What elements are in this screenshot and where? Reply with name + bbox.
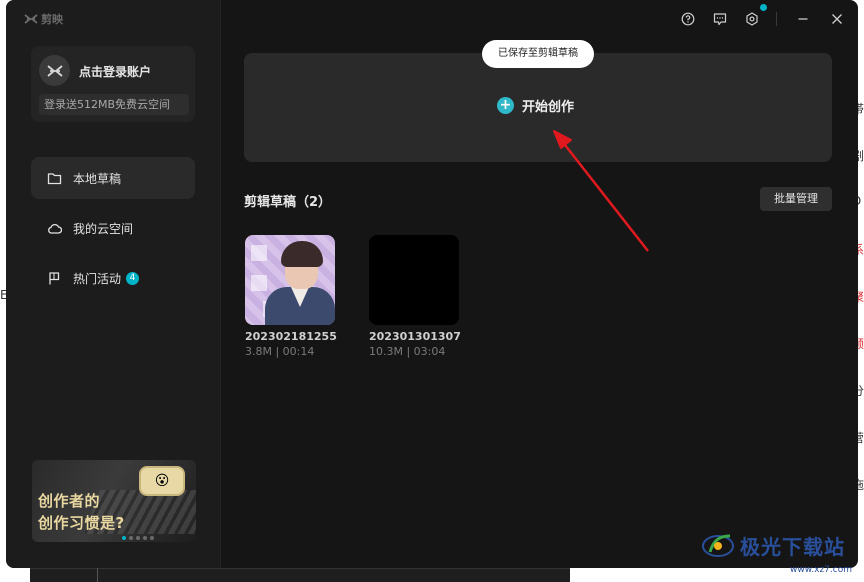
sidebar-item-local-drafts[interactable]: 本地草稿 <box>31 157 195 199</box>
settings-icon <box>746 12 758 26</box>
app-name: 剪映 <box>41 13 63 26</box>
background-divider <box>97 568 98 582</box>
start-creation-label: 开始创作 <box>522 100 575 115</box>
draft-card[interactable]: 202302181255 3.8M | 00:14 <box>245 235 365 358</box>
folder-icon <box>47 172 62 184</box>
watermark: 极光下载站 <box>700 530 845 560</box>
close-icon <box>832 14 842 24</box>
draft-name: 202301301307 <box>369 330 461 343</box>
saved-toast: 已保存至剪辑草稿 <box>482 40 594 68</box>
feedback-button[interactable] <box>711 10 729 28</box>
draft-name: 202302181255 <box>245 330 337 343</box>
draft-thumbnail[interactable] <box>369 235 459 325</box>
settings-button[interactable] <box>743 10 761 28</box>
draft-card[interactable]: 202301301307 10.3M | 03:04 <box>369 235 489 358</box>
toolbar-divider <box>776 12 777 26</box>
feedback-icon <box>713 13 727 26</box>
sidebar-item-hot-events[interactable]: 热门活动 4 <box>31 257 195 299</box>
events-count-badge: 4 <box>126 271 140 285</box>
avatar-logo-icon <box>46 64 63 77</box>
person-image <box>281 241 323 267</box>
cloud-icon <box>48 223 62 234</box>
capcut-logo-icon <box>24 14 38 24</box>
sidebar-item-label: 热门活动 <box>73 271 122 286</box>
close-button[interactable] <box>828 10 846 28</box>
sidebar-item-cloud-space[interactable]: 我的云空间 <box>31 207 195 249</box>
batch-manage-button[interactable]: 批量管理 <box>760 187 832 211</box>
sidebar-item-label: 我的云空间 <box>73 221 134 236</box>
promo-banner[interactable]: 😮 创作者的 创作习惯是? <box>32 460 196 542</box>
banner-dot[interactable] <box>122 536 126 540</box>
banner-title-line2: 创作习惯是? <box>38 514 125 532</box>
help-icon <box>681 12 695 26</box>
draft-thumbnail[interactable] <box>245 235 335 325</box>
start-creation-panel[interactable]: + 开始创作 <box>244 53 832 162</box>
start-creation-button[interactable]: + 开始创作 <box>497 96 574 115</box>
help-button[interactable] <box>679 10 697 28</box>
banner-dot[interactable] <box>143 536 147 540</box>
cloud-promo-text: 登录送512MB免费云空间 <box>39 94 189 115</box>
draft-meta: 10.3M | 03:04 <box>369 345 446 358</box>
banner-pagination[interactable] <box>122 536 154 540</box>
watermark-url: www.xz7.com <box>790 565 852 575</box>
avatar[interactable] <box>39 55 70 86</box>
sidebar-item-label: 本地草稿 <box>73 171 122 186</box>
plus-icon: + <box>497 97 514 114</box>
account-card[interactable]: 点击登录账户 登录送512MB免费云空间 <box>31 46 195 122</box>
minimize-icon <box>798 18 808 20</box>
banner-emoji-icon: 😮 <box>139 466 185 496</box>
banner-dot[interactable] <box>129 536 133 540</box>
thumb-decoration <box>251 275 267 291</box>
banner-dot[interactable] <box>136 536 140 540</box>
watermark-text: 极光下载站 <box>740 534 845 559</box>
sidebar: 剪映 点击登录账户 登录送512MB免费云空间 本地草稿 我的云空间 热门活动 … <box>6 0 221 568</box>
watermark-logo-icon <box>702 534 734 557</box>
banner-dot[interactable] <box>150 536 154 540</box>
login-account-link[interactable]: 点击登录账户 <box>79 63 151 80</box>
app-window: 剪映 点击登录账户 登录送512MB免费云空间 本地草稿 我的云空间 热门活动 … <box>6 0 858 568</box>
app-logo: 剪映 <box>24 11 63 27</box>
background-taskbar <box>30 568 570 582</box>
settings-notification-dot <box>760 4 767 11</box>
draft-meta: 3.8M | 00:14 <box>245 345 315 358</box>
drafts-section-title: 剪辑草稿（2） <box>244 195 332 210</box>
minimize-button[interactable] <box>794 10 812 28</box>
flag-icon <box>49 271 60 284</box>
thumb-decoration <box>251 245 267 261</box>
banner-title-line1: 创作者的 <box>38 492 101 510</box>
